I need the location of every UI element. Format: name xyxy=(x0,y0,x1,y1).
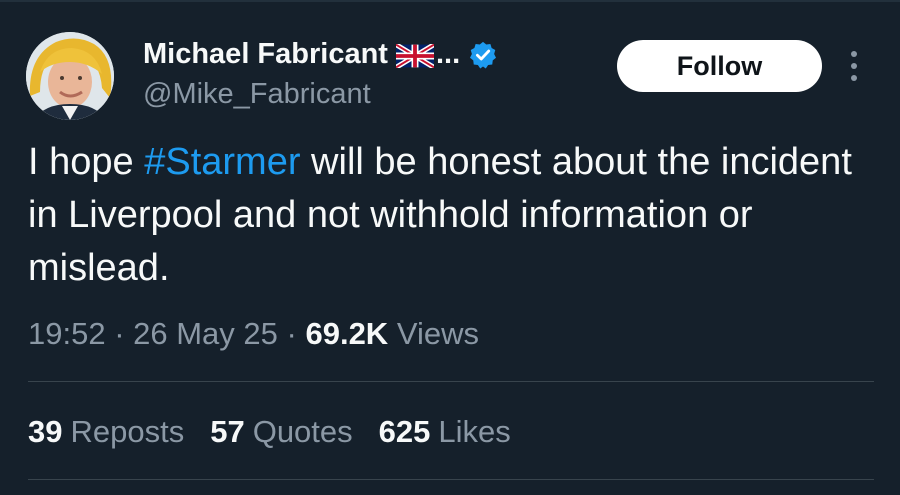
follow-button[interactable]: Follow xyxy=(617,40,822,92)
avatar[interactable] xyxy=(26,32,114,120)
likes-label: Likes xyxy=(438,414,511,449)
uk-flag-icon xyxy=(394,41,436,70)
top-border xyxy=(0,0,900,2)
display-name-text: Michael Fabricant xyxy=(143,38,388,70)
tweet-text: I hope #Starmer will be honest about the… xyxy=(28,136,858,295)
reposts-label: Reposts xyxy=(70,414,185,449)
hashtag-link[interactable]: #Starmer xyxy=(144,141,300,183)
verified-badge-icon[interactable] xyxy=(468,40,498,70)
meta-separator: · xyxy=(105,316,134,351)
views-label: Views xyxy=(396,316,479,351)
tweet-text-before: I hope xyxy=(28,141,145,183)
name-truncation: ... xyxy=(435,38,461,70)
user-handle[interactable]: @Mike_Fabricant xyxy=(143,78,371,111)
quotes-label: Quotes xyxy=(252,414,353,449)
meta-separator: · xyxy=(277,316,306,351)
engagement-stats: 39 Reposts 57 Quotes 625 Likes xyxy=(28,414,537,450)
likes-stat[interactable]: 625 Likes xyxy=(379,414,511,450)
tweet-meta: 19:52 · 26 May 25 · 69.2K Views xyxy=(28,316,479,352)
reposts-count: 39 xyxy=(28,414,63,449)
divider xyxy=(28,381,874,382)
divider xyxy=(28,479,874,480)
quotes-count: 57 xyxy=(210,414,245,449)
quotes-stat[interactable]: 57 Quotes xyxy=(210,414,352,450)
display-name[interactable]: Michael Fabricant ... xyxy=(143,38,498,71)
avatar-image xyxy=(26,32,114,120)
tweet-time[interactable]: 19:52 xyxy=(28,316,106,351)
reposts-stat[interactable]: 39 Reposts xyxy=(28,414,184,450)
more-vertical-icon[interactable] xyxy=(842,48,866,84)
tweet-date[interactable]: 26 May 25 xyxy=(133,316,278,351)
views-count: 69.2K xyxy=(305,316,389,351)
likes-count: 625 xyxy=(378,414,431,449)
